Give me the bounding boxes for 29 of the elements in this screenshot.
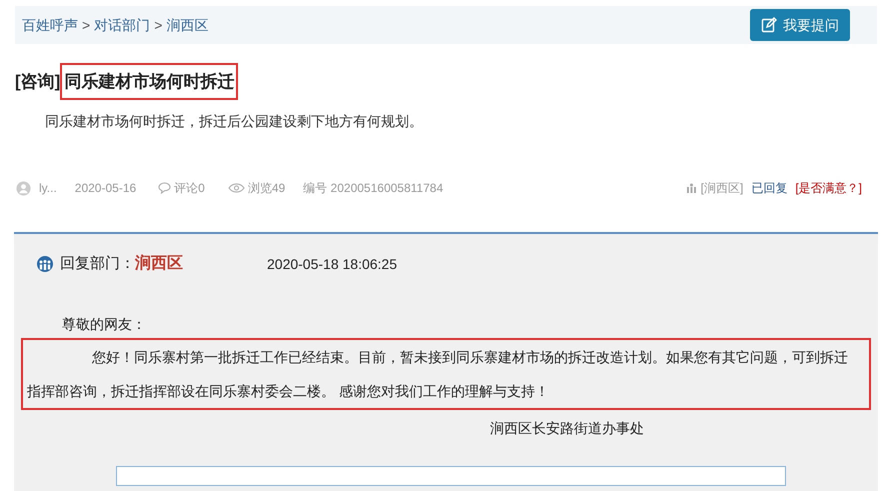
eye-icon bbox=[228, 183, 245, 193]
people-icon bbox=[36, 256, 54, 272]
satisfaction-link[interactable]: [是否满意？] bbox=[795, 179, 862, 197]
reply-greeting: 尊敬的网友： bbox=[62, 315, 147, 334]
breadcrumb-separator: > bbox=[154, 16, 162, 34]
reply-department: 涧西区 bbox=[135, 253, 183, 274]
reply-time: 2020-05-18 18:06:25 bbox=[267, 254, 397, 274]
edit-icon bbox=[761, 17, 777, 33]
breadcrumb-link[interactable]: 对话部门 bbox=[94, 14, 150, 36]
breadcrumb-link[interactable]: 百姓呼声 bbox=[22, 14, 78, 36]
user-icon bbox=[16, 180, 31, 196]
reply-status: 已回复 bbox=[751, 180, 788, 197]
comment-icon bbox=[158, 182, 172, 194]
ask-button[interactable]: 我要提问 bbox=[750, 9, 850, 41]
department-tag: [涧西区] bbox=[700, 179, 744, 197]
breadcrumb-separator: > bbox=[82, 16, 90, 34]
reply-signature: 涧西区长安路街道办事处 bbox=[490, 419, 645, 438]
question-category: [咨询] bbox=[15, 70, 60, 93]
breadcrumb-link[interactable]: 涧西区 bbox=[166, 14, 208, 36]
serial-number: 编号 20200516005811784 bbox=[303, 180, 444, 197]
post-date: 2020-05-16 bbox=[74, 180, 136, 197]
view-count: 浏览49 bbox=[248, 180, 286, 197]
people-icon bbox=[686, 182, 696, 194]
question-title: 同乐建材市场何时拆迁 bbox=[60, 62, 238, 100]
question-body: 同乐建材市场何时拆迁，拆迁后公园建设剩下地方有何规划。 bbox=[45, 112, 424, 131]
reply-body: 您好！同乐寨村第一批拆迁工作已经结束。目前，暂未接到同乐寨建材市场的拆迁改造计划。如果您有其它问题，可到拆迁指挥部咨询，拆迁指挥部设在同乐寨村委会二楼。 感谢您对我们工作的理解与支持！ bbox=[21, 338, 871, 410]
comment-count: 评论0 bbox=[174, 180, 205, 197]
author-name: ly... bbox=[39, 180, 57, 197]
reply-department-label: 回复部门： bbox=[60, 254, 135, 274]
